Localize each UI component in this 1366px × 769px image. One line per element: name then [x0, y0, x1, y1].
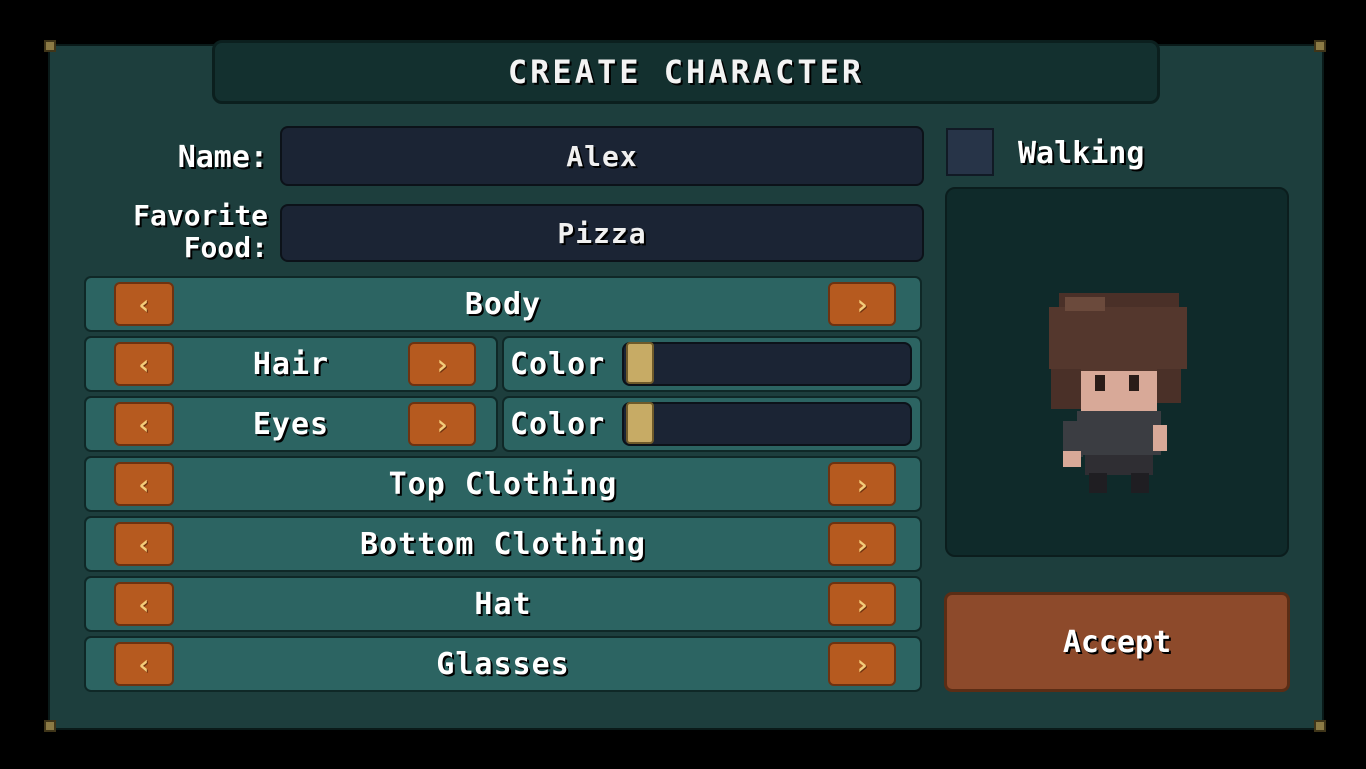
chevron-right-icon: › [853, 527, 871, 561]
top-clothing-prev-button[interactable]: ‹ [114, 462, 174, 506]
hair-row: ‹ Hair › [84, 336, 498, 392]
hair-color-label: Color [510, 346, 606, 382]
top-clothing-label: Top Clothing [388, 466, 618, 502]
chevron-left-icon: ‹ [135, 527, 153, 561]
eyes-color-row: Color [502, 396, 922, 452]
walking-label: Walking [1018, 136, 1145, 171]
hair-next-button[interactable]: › [408, 342, 476, 386]
name-input[interactable]: Alex [280, 126, 924, 186]
favorite-food-label: Favorite Food: [90, 200, 268, 264]
chevron-right-icon: › [853, 647, 871, 681]
bottom-clothing-row: ‹ Bottom Clothing › [84, 516, 922, 572]
character-preview [945, 187, 1289, 557]
glasses-prev-button[interactable]: ‹ [114, 642, 174, 686]
panel-corner-bottom-left [44, 720, 56, 732]
eyes-color-slider-handle[interactable] [626, 402, 654, 444]
hair-prev-button[interactable]: ‹ [114, 342, 174, 386]
accept-button[interactable]: Accept [944, 592, 1290, 692]
chevron-right-icon: › [853, 467, 871, 501]
name-label: Name: [177, 140, 268, 175]
body-row: ‹ Body › [84, 276, 922, 332]
top-clothing-next-button[interactable]: › [828, 462, 896, 506]
bottom-clothing-label: Bottom Clothing [360, 526, 646, 562]
eyes-color-label: Color [510, 406, 606, 442]
walking-checkbox[interactable] [946, 128, 994, 176]
panel-corner-top-left [44, 40, 56, 52]
panel-corner-bottom-right [1314, 720, 1326, 732]
chevron-right-icon: › [853, 587, 871, 621]
hair-label: Hair [252, 346, 330, 382]
hat-label: Hat [474, 586, 532, 622]
bottom-clothing-next-button[interactable]: › [828, 522, 896, 566]
eyes-prev-button[interactable]: ‹ [114, 402, 174, 446]
body-next-button[interactable]: › [828, 282, 896, 326]
hair-color-slider[interactable] [622, 342, 912, 386]
favorite-food-label-line1: Favorite [133, 199, 268, 232]
chevron-left-icon: ‹ [135, 647, 153, 681]
favorite-food-input[interactable]: Pizza [280, 204, 924, 262]
hat-row: ‹ Hat › [84, 576, 922, 632]
eyes-label: Eyes [252, 406, 330, 442]
glasses-next-button[interactable]: › [828, 642, 896, 686]
glasses-label: Glasses [436, 646, 570, 682]
glasses-row: ‹ Glasses › [84, 636, 922, 692]
eyes-next-button[interactable]: › [408, 402, 476, 446]
character-sprite [1049, 293, 1187, 493]
chevron-right-icon: › [853, 287, 871, 321]
eyes-row: ‹ Eyes › [84, 396, 498, 452]
eyes-color-slider[interactable] [622, 402, 912, 446]
panel-corner-top-right [1314, 40, 1326, 52]
bottom-clothing-prev-button[interactable]: ‹ [114, 522, 174, 566]
chevron-left-icon: ‹ [135, 407, 153, 441]
body-label: Body [464, 286, 542, 322]
top-clothing-row: ‹ Top Clothing › [84, 456, 922, 512]
hat-prev-button[interactable]: ‹ [114, 582, 174, 626]
chevron-left-icon: ‹ [135, 347, 153, 381]
chevron-left-icon: ‹ [135, 587, 153, 621]
favorite-food-label-line2: Food: [183, 231, 268, 264]
chevron-right-icon: › [433, 347, 451, 381]
chevron-left-icon: ‹ [135, 467, 153, 501]
title-bar: CREATE CHARACTER [212, 40, 1160, 104]
chevron-left-icon: ‹ [135, 287, 153, 321]
hat-next-button[interactable]: › [828, 582, 896, 626]
hair-color-row: Color [502, 336, 922, 392]
chevron-right-icon: › [433, 407, 451, 441]
page-title: CREATE CHARACTER [507, 53, 865, 91]
hair-color-slider-handle[interactable] [626, 342, 654, 384]
body-prev-button[interactable]: ‹ [114, 282, 174, 326]
